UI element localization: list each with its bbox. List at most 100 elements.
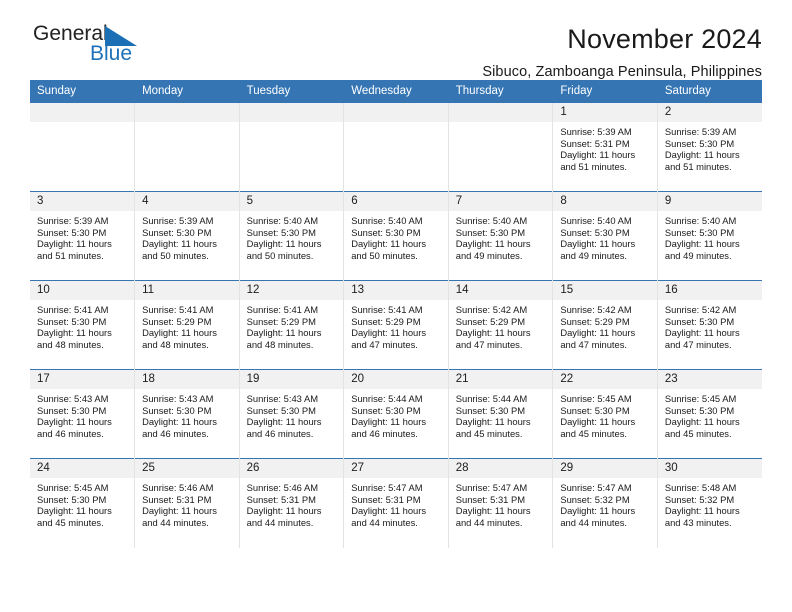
calendar-day-cell[interactable]: 23 Sunrise: 5:45 AM Sunset: 5:30 PM Dayligh… [657,369,762,459]
day-number: 8 [553,192,657,211]
calendar-day-cell[interactable]: 7 Sunrise: 5:40 AM Sunset: 5:30 PM Daylight… [448,191,554,281]
day-detail-daylight-line2: and 44 minutes. [560,516,628,528]
day-detail-sunrise: Sunrise: 5:39 AM [560,126,632,137]
calendar-table: Sunday Monday Tuesday Wednesday Thursday… [30,80,762,548]
calendar-day-cell[interactable]: 20 Sunrise: 5:44 AM Sunset: 5:30 PM Dayligh… [343,369,449,459]
day-detail-sunrise: Sunrise: 5:48 AM [664,482,737,493]
day-details: Sunrise: 5:40 AM Sunset: 5:30 PM Daylight:… [658,211,762,261]
day-detail-sunset: Sunset: 5:29 PM [351,315,421,327]
calendar-day-cell[interactable]: 25 Sunrise: 5:46 AM Sunset: 5:31 PM Dayligh… [134,458,240,548]
calendar-day-cell[interactable]: 15 Sunrise: 5:42 AM Sunset: 5:29 PM Dayligh… [552,280,658,370]
calendar-week-row: 3 Sunrise: 5:39 AM Sunset: 5:30 PM Daylight… [30,191,762,281]
day-detail-daylight-line1: Daylight: 11 hours [246,238,322,250]
day-detail-daylight-line2: and 49 minutes. [560,249,628,261]
calendar-day-cell[interactable]: 30 Sunrise: 5:48 AM Sunset: 5:32 PM Dayligh… [657,458,762,548]
day-detail-sunrise: Sunrise: 5:45 AM [664,393,737,404]
day-details: Sunrise: 5:41 AM Sunset: 5:29 PM Daylight:… [135,300,239,350]
calendar-day-cell[interactable]: 24 Sunrise: 5:45 AM Sunset: 5:30 PM Dayligh… [30,458,136,548]
calendar-page: General Blue November 2024 Sibuco, Zambo… [0,0,792,612]
calendar-day-cell[interactable]: 11 Sunrise: 5:41 AM Sunset: 5:29 PM Dayligh… [134,280,240,370]
calendar-day-cell[interactable]: 12 Sunrise: 5:41 AM Sunset: 5:29 PM Dayligh… [239,280,345,370]
day-detail-sunset: Sunset: 5:32 PM [560,493,630,505]
calendar-day-cell[interactable]: 4 Sunrise: 5:39 AM Sunset: 5:30 PM Daylight… [134,191,240,281]
day-detail-sunset: Sunset: 5:29 PM [142,315,212,327]
day-detail-daylight-line1: Daylight: 11 hours [664,327,740,339]
calendar-day-cell[interactable]: 2 Sunrise: 5:39 AM Sunset: 5:30 PM Daylight… [657,102,762,192]
day-number: 20 [344,370,448,389]
day-detail-daylight-line2: and 44 minutes. [246,516,314,528]
calendar-day-cell[interactable]: 28 Sunrise: 5:47 AM Sunset: 5:31 PM Dayligh… [448,458,554,548]
day-detail-daylight-line1: Daylight: 11 hours [664,416,740,428]
day-number: 25 [135,459,239,478]
day-detail-daylight-line1: Daylight: 11 hours [142,505,217,517]
calendar-day-cell[interactable]: 22 Sunrise: 5:45 AM Sunset: 5:30 PM Dayligh… [552,369,658,459]
page-title: November 2024 [567,24,762,54]
day-details: Sunrise: 5:45 AM Sunset: 5:30 PM Daylight:… [553,389,657,439]
calendar-day-cell[interactable]: 9 Sunrise: 5:40 AM Sunset: 5:30 PM Daylight… [657,191,762,281]
day-number: 18 [135,370,239,389]
day-detail-sunset: Sunset: 5:30 PM [351,404,421,416]
day-detail-sunset: Sunset: 5:30 PM [37,493,107,505]
day-detail-sunset: Sunset: 5:30 PM [37,404,107,416]
day-detail-sunrise: Sunrise: 5:42 AM [560,304,632,315]
day-detail-daylight-line1: Daylight: 11 hours [560,149,636,161]
calendar-day-cell[interactable]: 10 Sunrise: 5:41 AM Sunset: 5:30 PM Dayligh… [30,280,136,370]
calendar-day-cell[interactable]: 1 Sunrise: 5:39 AM Sunset: 5:31 PM Daylight… [552,102,658,192]
day-detail-daylight-line1: Daylight: 11 hours [37,327,112,339]
day-detail-sunrise: Sunrise: 5:40 AM [246,215,319,226]
calendar-day-cell[interactable]: 14 Sunrise: 5:42 AM Sunset: 5:29 PM Dayligh… [448,280,554,370]
day-number: 14 [448,281,553,300]
day-detail-sunset: Sunset: 5:31 PM [560,137,630,149]
day-details: Sunrise: 5:46 AM Sunset: 5:31 PM Daylight:… [135,478,239,528]
calendar-day-cell[interactable]: 21 Sunrise: 5:44 AM Sunset: 5:30 PM Dayligh… [448,369,554,459]
day-detail-sunset: Sunset: 5:30 PM [455,404,526,416]
calendar-day-cell[interactable]: 27 Sunrise: 5:47 AM Sunset: 5:31 PM Dayligh… [343,458,449,548]
day-number: 29 [553,459,657,478]
calendar-day-cell[interactable]: 6 Sunrise: 5:40 AM Sunset: 5:30 PM Daylight… [343,191,449,281]
brand-logo[interactable]: General Blue [30,22,150,72]
calendar-day-cell[interactable]: 8 Sunrise: 5:40 AM Sunset: 5:30 PM Daylight… [552,191,658,281]
day-number: 1 [553,103,657,122]
day-detail-sunrise: Sunrise: 5:42 AM [455,304,528,315]
day-detail-daylight-line1: Daylight: 11 hours [142,416,217,428]
calendar-week-row: 10 Sunrise: 5:41 AM Sunset: 5:30 PM Dayligh… [30,280,762,370]
calendar-day-cell[interactable]: 29 Sunrise: 5:47 AM Sunset: 5:32 PM Dayligh… [552,458,658,548]
title-block: November 2024 Sibuco, Zamboanga Peninsul… [482,22,762,83]
day-detail-sunrise: Sunrise: 5:40 AM [455,215,528,226]
day-details: Sunrise: 5:47 AM Sunset: 5:31 PM Daylight:… [449,478,553,528]
day-detail-sunrise: Sunrise: 5:44 AM [455,393,528,404]
day-details: Sunrise: 5:40 AM Sunset: 5:30 PM Daylight:… [344,211,448,261]
calendar-day-cell[interactable]: 19 Sunrise: 5:43 AM Sunset: 5:30 PM Dayligh… [239,369,345,459]
day-detail-sunset: Sunset: 5:30 PM [664,404,735,416]
day-detail-sunrise: Sunrise: 5:39 AM [142,215,214,226]
day-detail-daylight-line1: Daylight: 11 hours [560,505,636,517]
day-detail-daylight-line2: and 44 minutes. [142,516,209,528]
calendar-day-cell[interactable]: 13 Sunrise: 5:41 AM Sunset: 5:29 PM Dayligh… [343,280,449,370]
calendar-day-cell-empty [239,102,345,192]
day-detail-daylight-line2: and 45 minutes. [664,427,732,439]
weekday-header-friday: Friday [552,80,658,103]
day-number: 3 [30,192,135,211]
day-details: Sunrise: 5:40 AM Sunset: 5:30 PM Daylight:… [553,211,657,261]
day-details: Sunrise: 5:47 AM Sunset: 5:31 PM Daylight:… [344,478,448,528]
location-subtitle: Sibuco, Zamboanga Peninsula, Philippines [482,64,762,80]
day-number: 9 [657,192,762,211]
day-detail-sunrise: Sunrise: 5:43 AM [37,393,109,404]
day-number: 12 [239,281,344,300]
calendar-week-row: 1 Sunrise: 5:39 AM Sunset: 5:31 PM Daylight… [30,102,762,192]
day-detail-daylight-line2: and 45 minutes. [455,427,523,439]
calendar-day-cell[interactable]: 26 Sunrise: 5:46 AM Sunset: 5:31 PM Dayligh… [239,458,345,548]
day-details: Sunrise: 5:46 AM Sunset: 5:31 PM Daylight:… [240,478,344,528]
day-details: Sunrise: 5:43 AM Sunset: 5:30 PM Daylight:… [135,389,239,439]
day-detail-sunrise: Sunrise: 5:47 AM [351,482,423,493]
calendar-day-cell[interactable]: 5 Sunrise: 5:40 AM Sunset: 5:30 PM Daylight… [239,191,345,281]
calendar-day-cell[interactable]: 16 Sunrise: 5:42 AM Sunset: 5:30 PM Dayligh… [657,280,762,370]
day-detail-daylight-line2: and 46 minutes. [351,427,418,439]
day-number: 30 [657,459,762,478]
day-detail-daylight-line1: Daylight: 11 hours [560,327,636,339]
calendar-day-cell[interactable]: 17 Sunrise: 5:43 AM Sunset: 5:30 PM Dayligh… [30,369,136,459]
calendar-day-cell[interactable]: 3 Sunrise: 5:39 AM Sunset: 5:30 PM Daylight… [30,191,136,281]
day-detail-sunrise: Sunrise: 5:39 AM [37,215,109,226]
day-detail-sunset: Sunset: 5:31 PM [351,493,421,505]
calendar-day-cell[interactable]: 18 Sunrise: 5:43 AM Sunset: 5:30 PM Dayligh… [134,369,240,459]
